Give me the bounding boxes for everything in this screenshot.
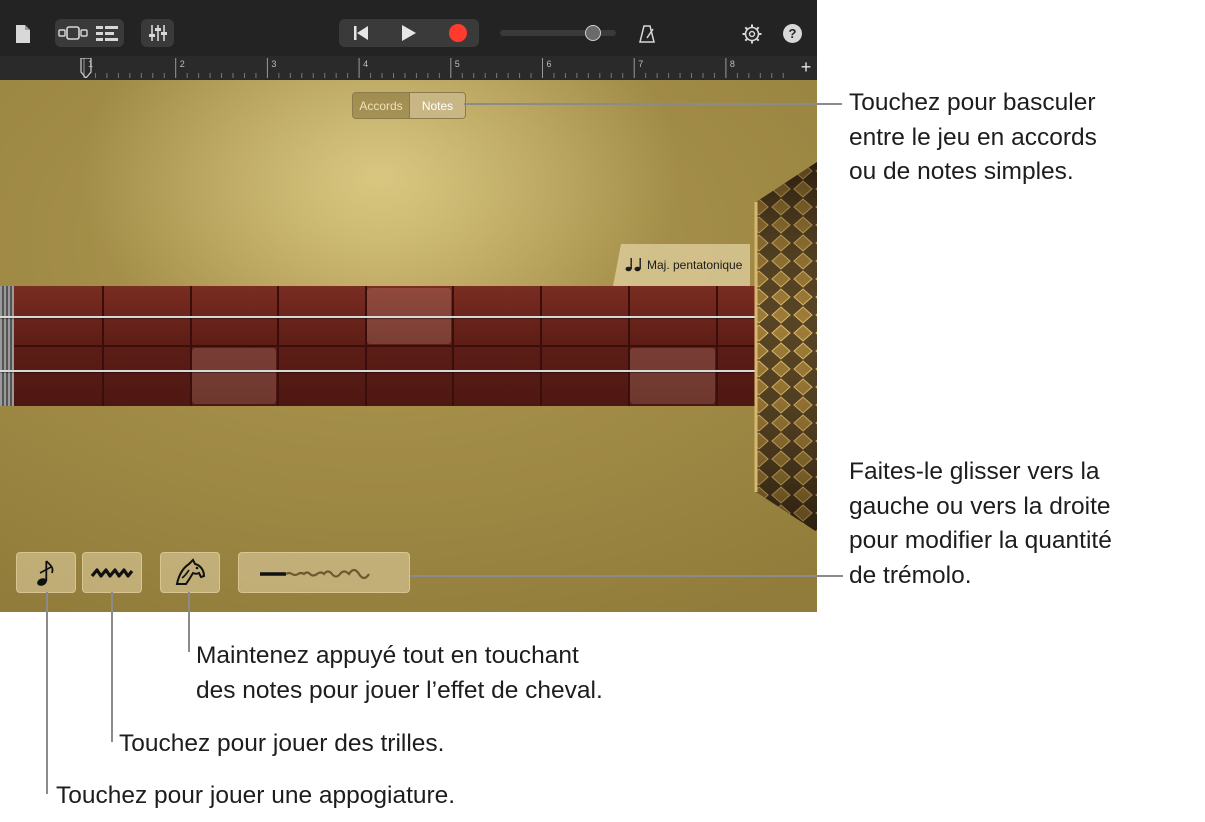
fret xyxy=(277,286,279,406)
scale-label: Maj. pentatonique xyxy=(647,258,743,272)
ruler-bar-number: 8 xyxy=(730,59,735,69)
ruler-bar-number: 3 xyxy=(271,59,276,69)
leader-line-toggle xyxy=(464,103,842,105)
callout-toggle: Touchez pour basculer entre le jeu en ac… xyxy=(849,89,1097,185)
tremolo-slider-icon xyxy=(260,568,370,579)
scale-selector[interactable]: Maj. pentatonique xyxy=(613,244,750,286)
playhead-icon[interactable] xyxy=(80,58,92,78)
nut xyxy=(0,286,14,406)
music-notes-icon xyxy=(625,256,643,275)
view-toggle-icon[interactable] xyxy=(57,21,89,45)
fret-divider xyxy=(0,345,760,347)
ruler-bar-number: 4 xyxy=(363,59,368,69)
horse-button[interactable] xyxy=(160,552,220,593)
trill-button[interactable] xyxy=(82,552,142,593)
note-highlight[interactable] xyxy=(192,348,276,404)
help-label: ? xyxy=(788,26,797,41)
trill-icon xyxy=(90,567,134,578)
ruler-bar-number: 5 xyxy=(455,59,460,69)
volume-knob[interactable] xyxy=(585,25,601,41)
note-highlight[interactable] xyxy=(630,348,715,404)
callout-trill: Touchez pour jouer des trilles. xyxy=(119,730,445,757)
fret xyxy=(716,286,718,406)
timeline-ruler[interactable]: 12345678 + xyxy=(0,56,817,81)
fret xyxy=(540,286,542,406)
horse-icon xyxy=(175,557,206,585)
volume-slider[interactable] xyxy=(500,25,616,41)
ruler-ticks: 12345678 xyxy=(83,58,784,78)
play-icon[interactable] xyxy=(388,21,430,45)
mixer-icon[interactable] xyxy=(141,19,174,47)
chords-notes-switch[interactable]: Accords Notes xyxy=(352,92,466,119)
control-bar: ? xyxy=(0,0,817,56)
leader-line-grace xyxy=(46,592,48,794)
grace-note-icon xyxy=(37,559,54,586)
tremolo-slider[interactable] xyxy=(238,552,410,593)
tracks-view-icon[interactable] xyxy=(92,21,122,45)
leader-line-horse xyxy=(188,592,190,652)
callout-horse: Maintenez appuyé tout en touchant des no… xyxy=(196,642,603,704)
string-1[interactable] xyxy=(0,316,817,318)
fret xyxy=(102,286,104,406)
snakeskin-body xyxy=(748,162,817,532)
ruler-bar-number: 6 xyxy=(547,59,552,69)
add-section-button[interactable]: + xyxy=(795,56,817,80)
go-to-start-icon[interactable] xyxy=(341,21,381,45)
leader-line-tremolo xyxy=(410,575,843,577)
chords-option[interactable]: Accords xyxy=(353,93,410,118)
garageband-app: ? 12345678 + Accords Notes Maj. pentaton… xyxy=(0,0,817,612)
grace-note-button[interactable] xyxy=(16,552,76,593)
leader-line-trill xyxy=(111,592,113,742)
help-icon[interactable]: ? xyxy=(783,24,802,43)
settings-icon[interactable] xyxy=(739,21,765,47)
ruler-bar-number: 7 xyxy=(638,59,643,69)
string-2[interactable] xyxy=(0,370,817,372)
fret xyxy=(452,286,454,406)
callout-grace: Touchez pour jouer une appogiature. xyxy=(56,782,456,809)
notes-option[interactable]: Notes xyxy=(410,93,465,118)
callout-tremolo: Faites-le glisser vers la gauche ou vers… xyxy=(849,458,1112,589)
record-icon[interactable] xyxy=(437,21,479,45)
document-icon[interactable] xyxy=(12,22,34,46)
ruler-bar-number: 2 xyxy=(180,59,185,69)
metronome-icon[interactable] xyxy=(634,21,660,47)
